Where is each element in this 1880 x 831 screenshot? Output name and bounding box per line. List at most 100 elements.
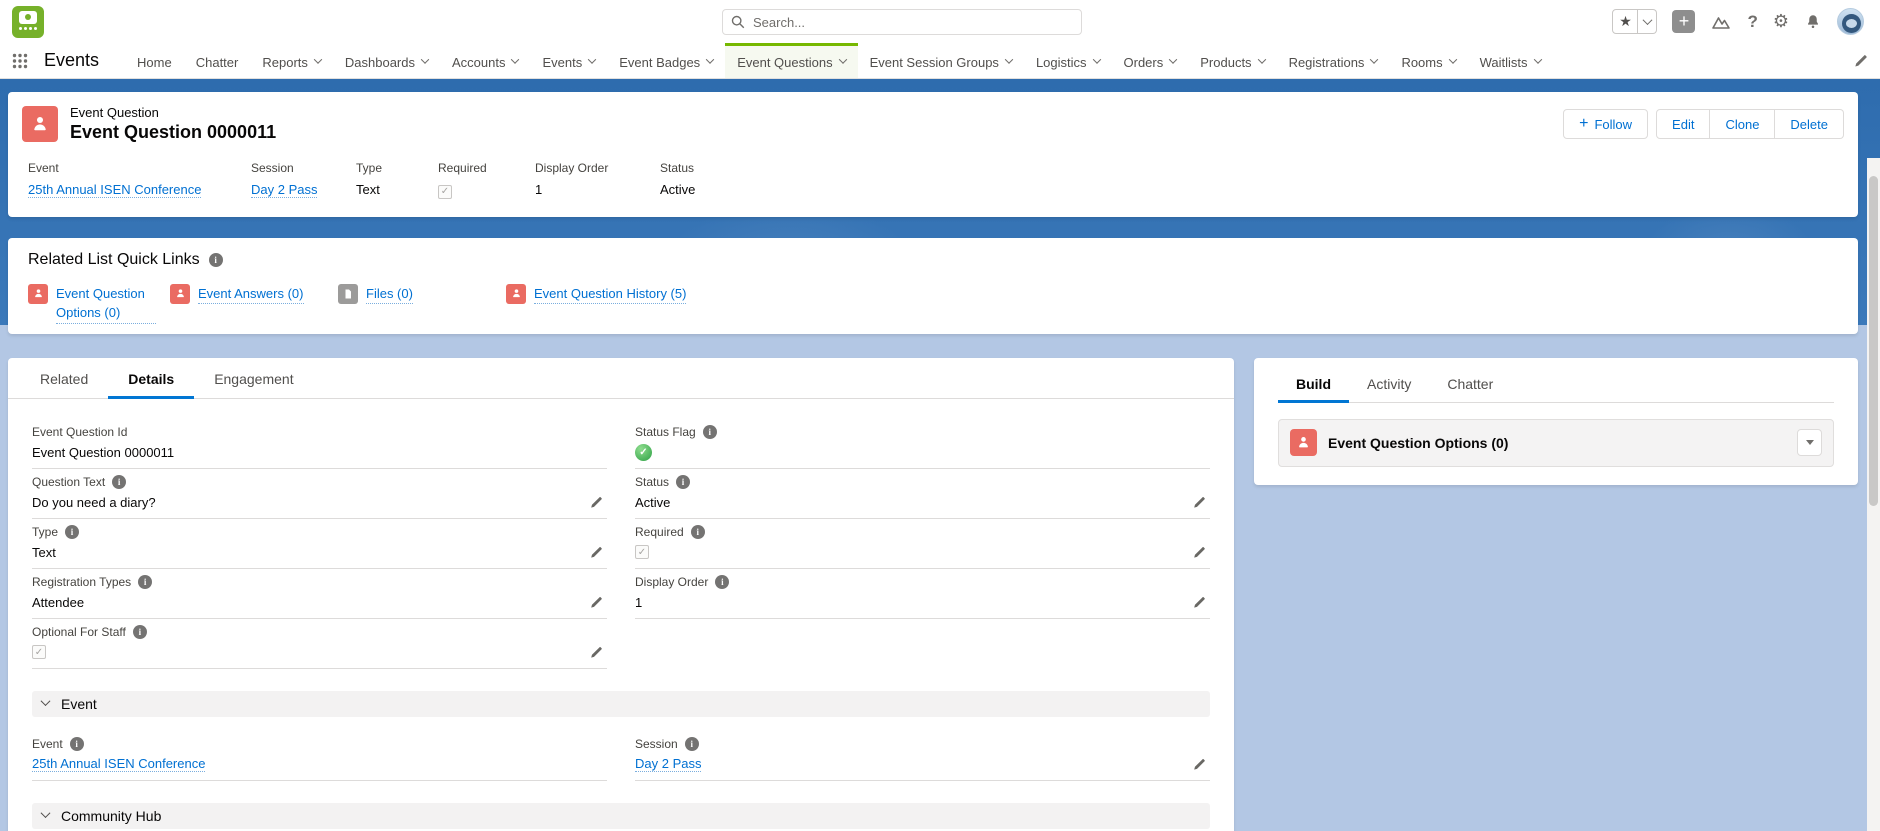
notifications-bell-icon[interactable]	[1804, 13, 1822, 31]
info-icon[interactable]	[691, 525, 705, 539]
nav-tab-home[interactable]: Home	[125, 43, 184, 78]
event-link[interactable]: 25th Annual ISEN Conference	[32, 756, 205, 772]
chevron-down-icon[interactable]	[1092, 55, 1100, 63]
favorites-caret-icon[interactable]	[1638, 9, 1657, 34]
chevron-down-icon[interactable]	[1005, 55, 1013, 63]
info-icon[interactable]	[685, 737, 699, 751]
user-avatar[interactable]	[1837, 8, 1864, 35]
info-icon[interactable]	[703, 425, 717, 439]
chevron-down-icon[interactable]	[1169, 55, 1177, 63]
nav-tab-products[interactable]: Products	[1188, 43, 1276, 78]
nav-tab-logistics[interactable]: Logistics	[1024, 43, 1112, 78]
nav-tab-chatter[interactable]: Chatter	[184, 43, 251, 78]
edit-pencil-icon[interactable]	[589, 595, 603, 609]
info-icon[interactable]	[112, 475, 126, 489]
chevron-down-icon[interactable]	[314, 55, 322, 63]
chevron-down-icon[interactable]	[588, 55, 596, 63]
logo-face-shape	[19, 11, 37, 24]
info-icon[interactable]	[70, 737, 84, 751]
field-required: Required	[635, 519, 1210, 569]
related-list-dropdown-button[interactable]	[1797, 429, 1822, 456]
nav-tab-rooms[interactable]: Rooms	[1389, 43, 1467, 78]
tab-activity[interactable]: Activity	[1349, 364, 1429, 403]
chevron-down-icon[interactable]	[511, 55, 519, 63]
chevron-down-icon[interactable]	[1448, 55, 1456, 63]
edit-pencil-icon[interactable]	[589, 545, 603, 559]
info-icon[interactable]	[138, 575, 152, 589]
info-icon[interactable]	[65, 525, 79, 539]
search-icon	[731, 15, 745, 29]
scrollbar-thumb[interactable]	[1869, 176, 1878, 506]
edit-pencil-icon[interactable]	[1192, 595, 1206, 609]
favorites-star-icon[interactable]	[1612, 9, 1638, 34]
chevron-down-icon	[41, 696, 51, 706]
file-icon	[338, 284, 358, 304]
quick-link-files: Files (0)	[338, 284, 506, 324]
nav-tab-registrations[interactable]: Registrations	[1277, 43, 1390, 78]
info-icon[interactable]	[715, 575, 729, 589]
tab-engagement[interactable]: Engagement	[194, 358, 313, 399]
events-app-logo-icon[interactable]	[12, 6, 44, 38]
help-icon[interactable]	[1747, 12, 1757, 32]
clone-button[interactable]: Clone	[1710, 109, 1775, 139]
session-link[interactable]: Day 2 Pass	[251, 182, 317, 198]
gear-icon[interactable]	[1773, 11, 1789, 32]
vertical-scrollbar[interactable]	[1867, 158, 1880, 831]
follow-button[interactable]: +Follow	[1563, 109, 1648, 139]
edit-pencil-icon[interactable]	[1192, 495, 1206, 509]
event-question-icon	[506, 284, 526, 304]
info-icon[interactable]	[133, 625, 147, 639]
highlight-session: Session Day 2 Pass	[251, 161, 356, 199]
nav-tab-dashboards[interactable]: Dashboards	[333, 43, 440, 78]
field-optional-for-staff: Optional For Staff	[32, 619, 607, 669]
chevron-down-icon[interactable]	[421, 55, 429, 63]
detail-tabs: Related Details Engagement	[8, 358, 1234, 399]
nav-tab-event-session-groups[interactable]: Event Session Groups	[858, 43, 1024, 78]
edit-pencil-icon[interactable]	[1192, 545, 1206, 559]
quick-link-event-answers: Event Answers (0)	[170, 284, 338, 324]
chevron-down-icon[interactable]	[1370, 55, 1378, 63]
delete-button[interactable]: Delete	[1775, 109, 1844, 139]
field-type: Type Text	[32, 519, 607, 569]
trailhead-icon[interactable]	[1710, 13, 1732, 31]
tab-chatter[interactable]: Chatter	[1429, 364, 1511, 403]
chevron-down-icon[interactable]	[1533, 55, 1541, 63]
nav-tab-event-questions[interactable]: Event Questions	[725, 43, 857, 78]
edit-navigation-pencil-icon[interactable]	[1853, 53, 1868, 68]
event-question-icon	[1290, 429, 1317, 456]
search-input[interactable]	[722, 9, 1082, 35]
session-link[interactable]: Day 2 Pass	[635, 756, 701, 772]
highlight-required: Required	[438, 161, 535, 199]
info-icon[interactable]	[676, 475, 690, 489]
tab-details[interactable]: Details	[108, 358, 194, 399]
nav-tab-events[interactable]: Events	[530, 43, 607, 78]
chevron-down-icon[interactable]	[706, 55, 714, 63]
edit-pencil-icon[interactable]	[589, 495, 603, 509]
edit-pencil-icon[interactable]	[1192, 757, 1206, 771]
optional-for-staff-checkbox	[32, 645, 46, 659]
green-check-flag-icon	[635, 444, 652, 461]
quick-links-row: Event Question Options (0) Event Answers…	[28, 284, 1844, 324]
section-header-community-hub[interactable]: Community Hub	[32, 803, 1210, 829]
record-action-group: Edit Clone Delete	[1656, 109, 1844, 139]
section-header-event[interactable]: Event	[32, 691, 1210, 717]
tab-related[interactable]: Related	[20, 358, 108, 399]
chevron-down-icon[interactable]	[1257, 55, 1265, 63]
event-link[interactable]: 25th Annual ISEN Conference	[28, 182, 201, 198]
nav-tab-event-badges[interactable]: Event Badges	[607, 43, 725, 78]
tab-build[interactable]: Build	[1278, 364, 1349, 403]
event-question-icon	[28, 284, 48, 304]
edit-button[interactable]: Edit	[1656, 109, 1710, 139]
app-launcher-icon[interactable]	[12, 53, 28, 69]
highlight-event: Event 25th Annual ISEN Conference	[28, 161, 251, 199]
chevron-down-icon	[41, 808, 51, 818]
info-icon[interactable]	[209, 253, 223, 267]
nav-tab-accounts[interactable]: Accounts	[440, 43, 530, 78]
global-add-icon[interactable]	[1672, 10, 1695, 33]
nav-tab-waitlists[interactable]: Waitlists	[1468, 43, 1553, 78]
chevron-down-icon[interactable]	[838, 55, 846, 63]
nav-tab-reports[interactable]: Reports	[250, 43, 333, 78]
edit-pencil-icon[interactable]	[589, 645, 603, 659]
quick-link-event-question-history: Event Question History (5)	[506, 284, 686, 324]
nav-tab-orders[interactable]: Orders	[1112, 43, 1189, 78]
